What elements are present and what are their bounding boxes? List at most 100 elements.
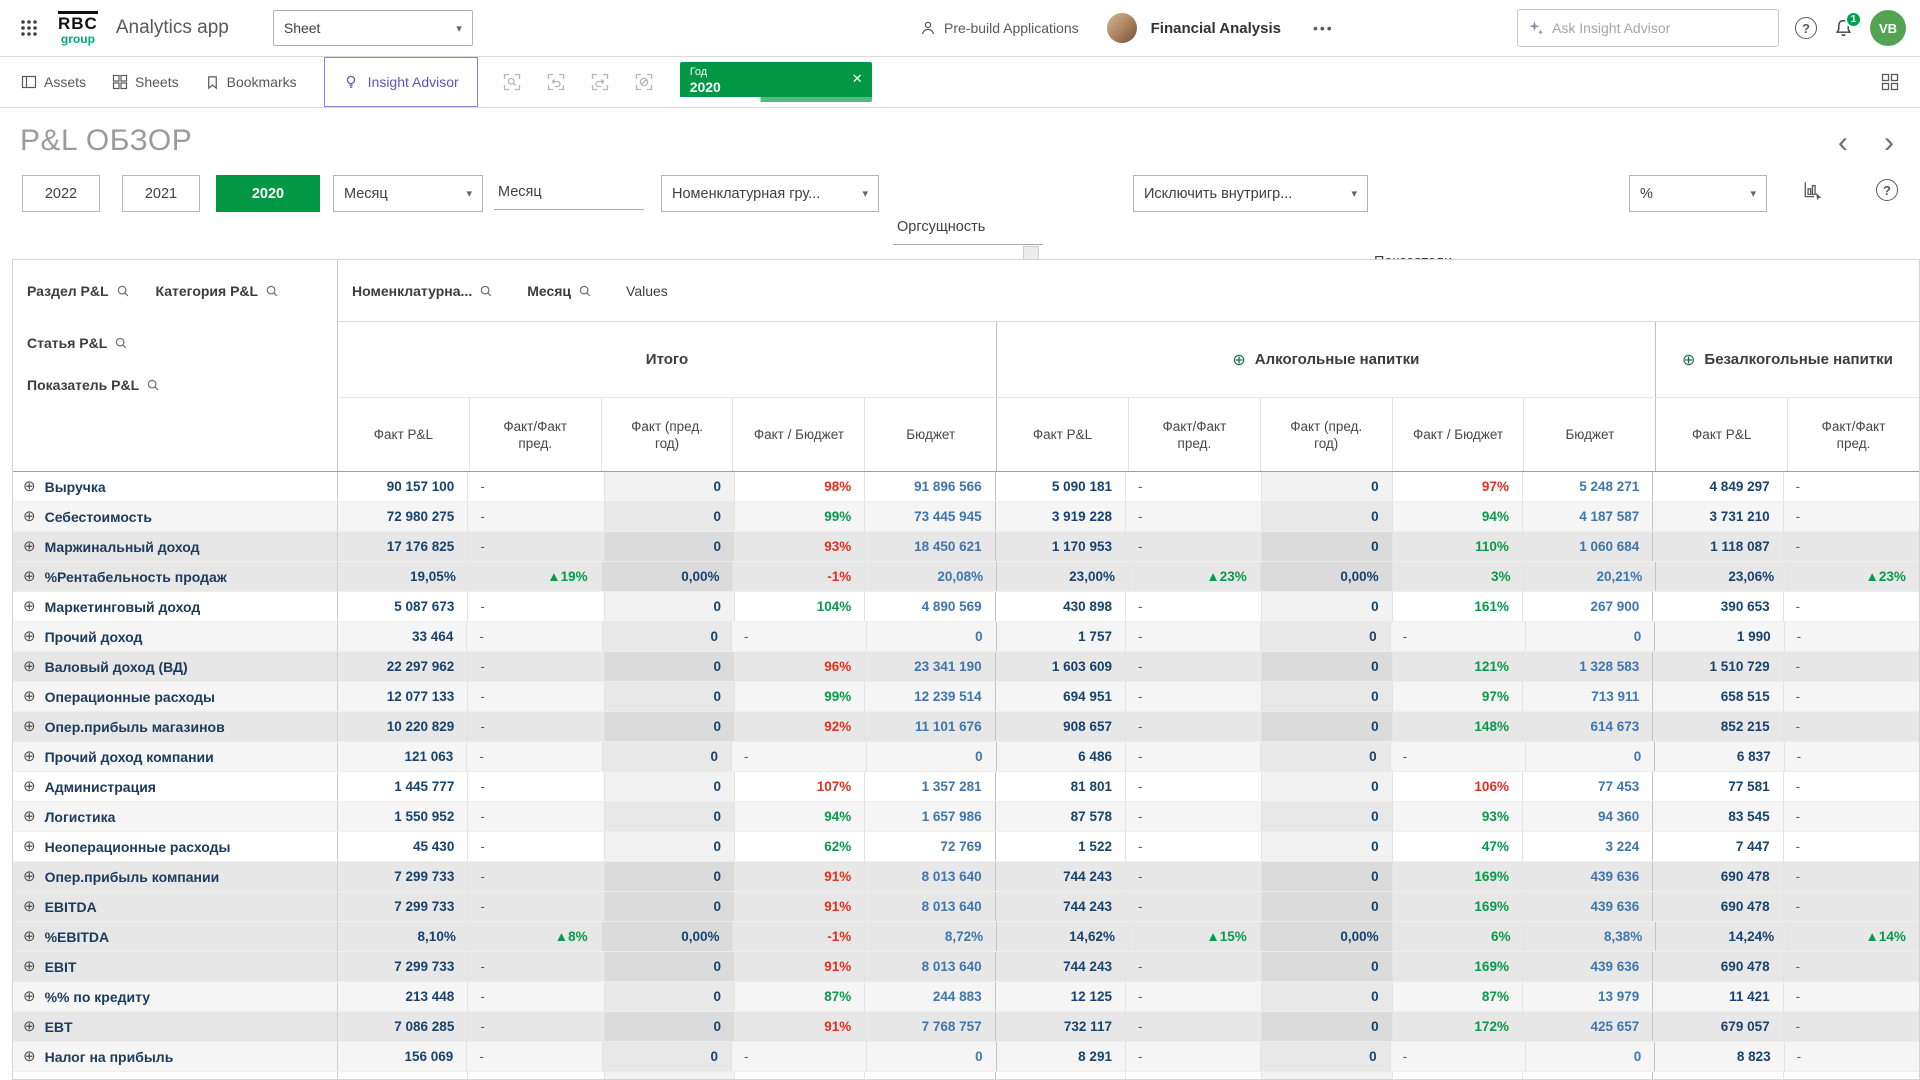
- data-cell[interactable]: -1%: [732, 562, 864, 591]
- data-cell[interactable]: 7 612 688: [864, 1072, 994, 1080]
- data-cell[interactable]: 425 657: [1522, 1012, 1652, 1041]
- user-avatar[interactable]: VB: [1870, 10, 1906, 46]
- data-cell[interactable]: 0: [1525, 1042, 1654, 1071]
- data-cell[interactable]: -: [1783, 802, 1919, 831]
- month-listbox[interactable]: Месяц: [494, 175, 644, 210]
- row-label-cell[interactable]: ⊕Неоперационные расходы: [13, 832, 338, 861]
- data-cell[interactable]: 0,00%: [601, 562, 733, 591]
- data-cell[interactable]: 0: [604, 892, 734, 921]
- data-cell[interactable]: 439 636: [1522, 892, 1652, 921]
- data-cell[interactable]: 690 478: [1652, 952, 1782, 981]
- data-cell[interactable]: -: [731, 622, 866, 651]
- help-icon[interactable]: ?: [1795, 17, 1817, 39]
- data-cell[interactable]: 91%: [734, 892, 864, 921]
- column-header[interactable]: Факт/Факт пред.: [469, 398, 601, 471]
- data-cell[interactable]: -: [1390, 622, 1525, 651]
- data-cell[interactable]: 77 581: [1652, 772, 1782, 801]
- data-cell[interactable]: 0: [1261, 832, 1391, 861]
- nomenclature-group-dropdown[interactable]: Номенклатурная гру... ▾: [661, 175, 879, 212]
- expand-icon[interactable]: ⊕: [23, 929, 36, 944]
- data-cell[interactable]: 0: [1261, 772, 1391, 801]
- help-circle-icon[interactable]: ?: [1872, 175, 1902, 205]
- data-cell[interactable]: 0: [604, 712, 734, 741]
- row-label-cell[interactable]: ⊕Выручка: [13, 472, 338, 501]
- column-header[interactable]: Факт/Факт пред.: [1787, 398, 1919, 471]
- data-cell[interactable]: -: [1390, 742, 1525, 771]
- data-cell[interactable]: 99%: [734, 682, 864, 711]
- data-cell[interactable]: -: [1784, 742, 1919, 771]
- data-cell[interactable]: 45 430: [338, 832, 467, 861]
- data-cell[interactable]: 0: [1261, 682, 1391, 711]
- row-label-cell[interactable]: ⊕Опер.прибыль магазинов: [13, 712, 338, 741]
- data-cell[interactable]: -: [1783, 472, 1919, 501]
- expand-icon[interactable]: ⊕: [23, 539, 36, 554]
- expand-icon[interactable]: ⊕: [23, 689, 36, 704]
- data-cell[interactable]: 439 636: [1522, 862, 1652, 891]
- data-cell[interactable]: 0: [1261, 712, 1391, 741]
- data-cell[interactable]: -: [467, 712, 603, 741]
- data-cell[interactable]: 11 421: [1652, 982, 1782, 1011]
- step-back-selection-icon[interactable]: [540, 66, 572, 98]
- insight-advisor-search[interactable]: [1517, 9, 1779, 47]
- data-cell[interactable]: 670 234: [1652, 1072, 1782, 1080]
- data-cell[interactable]: -: [467, 802, 603, 831]
- data-cell[interactable]: 723 826: [995, 1072, 1125, 1080]
- group-nonalcohol[interactable]: ⊕ Безалкогольные напитки: [1655, 322, 1919, 397]
- row-label-cell[interactable]: ⊕EBITDA: [13, 892, 338, 921]
- data-cell[interactable]: 0: [604, 982, 734, 1011]
- data-cell[interactable]: 14,62%: [996, 922, 1128, 951]
- data-cell[interactable]: 47%: [1392, 832, 1522, 861]
- data-cell[interactable]: 174%: [1392, 1072, 1522, 1080]
- data-cell[interactable]: 169%: [1392, 952, 1522, 981]
- data-cell[interactable]: -: [1784, 1042, 1919, 1071]
- year-button-2020[interactable]: 2020: [216, 175, 320, 212]
- data-cell[interactable]: 94 360: [1522, 802, 1652, 831]
- column-header[interactable]: Факт / Бюджет: [1392, 398, 1524, 471]
- data-cell[interactable]: -: [467, 1072, 603, 1080]
- data-cell[interactable]: -: [1783, 712, 1919, 741]
- row-label-cell[interactable]: ⊕EBIT: [13, 952, 338, 981]
- data-cell[interactable]: 0: [866, 622, 995, 651]
- data-cell[interactable]: 690 478: [1652, 862, 1782, 891]
- data-cell[interactable]: 439 636: [1522, 952, 1652, 981]
- data-cell[interactable]: -: [1784, 622, 1919, 651]
- data-cell[interactable]: -: [467, 952, 603, 981]
- data-cell[interactable]: 0: [1261, 652, 1391, 681]
- year-button-2021[interactable]: 2021: [122, 175, 200, 212]
- data-cell[interactable]: 97%: [1392, 472, 1522, 501]
- data-cell[interactable]: 694 951: [995, 682, 1125, 711]
- data-cell[interactable]: 0: [1261, 1072, 1391, 1080]
- expand-icon[interactable]: ⊕: [1682, 350, 1695, 370]
- row-label-cell[interactable]: ⊕%EBITDA: [13, 922, 338, 951]
- data-cell[interactable]: 679 057: [1652, 1012, 1782, 1041]
- data-cell[interactable]: 7 086 285: [338, 1012, 467, 1041]
- data-cell[interactable]: 0: [1261, 532, 1391, 561]
- prebuild-applications-link[interactable]: Pre-build Applications: [920, 20, 1079, 36]
- row-label-cell[interactable]: ⊕Прочий доход: [13, 622, 338, 651]
- data-cell[interactable]: 14,24%: [1655, 922, 1787, 951]
- expand-icon[interactable]: ⊕: [1232, 350, 1245, 370]
- data-cell[interactable]: 8 291: [996, 1042, 1125, 1071]
- expand-icon[interactable]: ⊕: [23, 1049, 36, 1064]
- data-cell[interactable]: 0: [1260, 622, 1389, 651]
- data-cell[interactable]: 5 248 271: [1522, 472, 1652, 501]
- percent-dropdown[interactable]: % ▾: [1629, 175, 1767, 212]
- data-cell[interactable]: 8 013 640: [864, 862, 994, 891]
- data-cell[interactable]: 744 243: [995, 862, 1125, 891]
- data-cell[interactable]: -: [731, 742, 866, 771]
- data-cell[interactable]: -: [1390, 1042, 1525, 1071]
- data-cell[interactable]: 0: [604, 472, 734, 501]
- row-label-cell[interactable]: ⊕Себестоимость: [13, 502, 338, 531]
- data-cell[interactable]: 0: [602, 1042, 731, 1071]
- data-cell[interactable]: 110%: [1392, 532, 1522, 561]
- data-cell[interactable]: 213 448: [338, 982, 467, 1011]
- data-cell[interactable]: 0: [1261, 472, 1391, 501]
- data-cell[interactable]: 77 453: [1522, 772, 1652, 801]
- data-cell[interactable]: -: [1125, 502, 1261, 531]
- data-cell[interactable]: 23,06%: [1655, 562, 1787, 591]
- tab-assets[interactable]: Assets: [8, 57, 99, 107]
- data-cell[interactable]: 8 013 640: [864, 952, 994, 981]
- data-cell[interactable]: 430 898: [995, 592, 1125, 621]
- expand-icon[interactable]: ⊕: [23, 659, 36, 674]
- data-cell[interactable]: 852 215: [1652, 712, 1782, 741]
